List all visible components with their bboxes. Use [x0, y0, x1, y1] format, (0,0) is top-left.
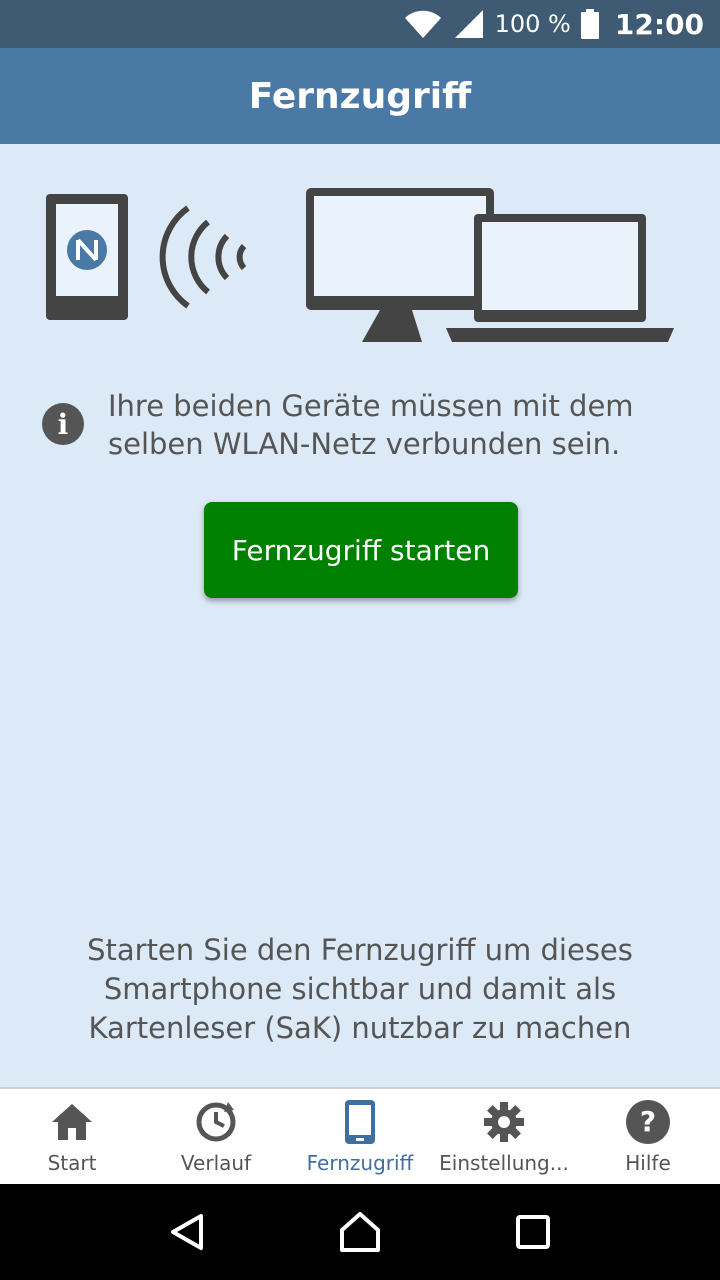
- clock: 12:00: [614, 7, 704, 41]
- system-navigation-bar: [0, 1184, 720, 1280]
- home-icon: [49, 1099, 95, 1145]
- gear-icon: [481, 1099, 527, 1145]
- smartphone-icon: [337, 1099, 383, 1145]
- info-hint: i Ihre beiden Geräte müssen mit dem selb…: [42, 387, 682, 463]
- svg-text:?: ?: [640, 1105, 656, 1138]
- back-icon[interactable]: [157, 1202, 217, 1262]
- tab-fernzugriff[interactable]: Fernzugriff: [288, 1089, 432, 1184]
- tab-verlauf[interactable]: Verlauf: [144, 1089, 288, 1184]
- battery-percentage: 100 %: [494, 10, 571, 38]
- monitor-icon: [306, 188, 494, 342]
- tab-label: Einstellung...: [439, 1151, 569, 1175]
- start-remote-access-button[interactable]: Fernzugriff starten: [204, 502, 518, 598]
- tab-label: Start: [47, 1151, 97, 1175]
- phone-nfc-icon: [46, 194, 128, 320]
- signal-icon: [453, 8, 485, 40]
- bottom-navigation: Start Verlauf Fernzugriff Einstellung...…: [0, 1087, 720, 1184]
- tab-hilfe[interactable]: ? Hilfe: [576, 1089, 720, 1184]
- tab-einstellungen[interactable]: Einstellung...: [432, 1089, 576, 1184]
- help-icon: ?: [625, 1099, 671, 1145]
- app-bar: Fernzugriff: [0, 48, 720, 144]
- tab-label: Verlauf: [180, 1151, 252, 1175]
- battery-icon: [580, 9, 599, 39]
- main-content: i Ihre beiden Geräte müssen mit dem selb…: [0, 144, 720, 1087]
- laptop-icon: [446, 214, 674, 342]
- tab-start[interactable]: Start: [0, 1089, 144, 1184]
- recents-icon[interactable]: [503, 1202, 563, 1262]
- info-icon: i: [42, 403, 84, 445]
- status-bar: 100 % 12:00: [0, 0, 720, 48]
- history-icon: [193, 1099, 239, 1145]
- tab-label: Hilfe: [625, 1151, 671, 1175]
- device-connection-illustration: [46, 188, 674, 342]
- wifi-icon: [403, 8, 443, 40]
- description-text: Starten Sie den Fernzugriff um dieses Sm…: [87, 933, 633, 1045]
- tab-label: Fernzugriff: [306, 1151, 414, 1175]
- page-title: Fernzugriff: [248, 75, 472, 117]
- home-nav-icon[interactable]: [330, 1202, 390, 1262]
- info-text: Ihre beiden Geräte müssen mit dem selben…: [108, 389, 634, 461]
- wireless-waves-icon: [159, 205, 247, 309]
